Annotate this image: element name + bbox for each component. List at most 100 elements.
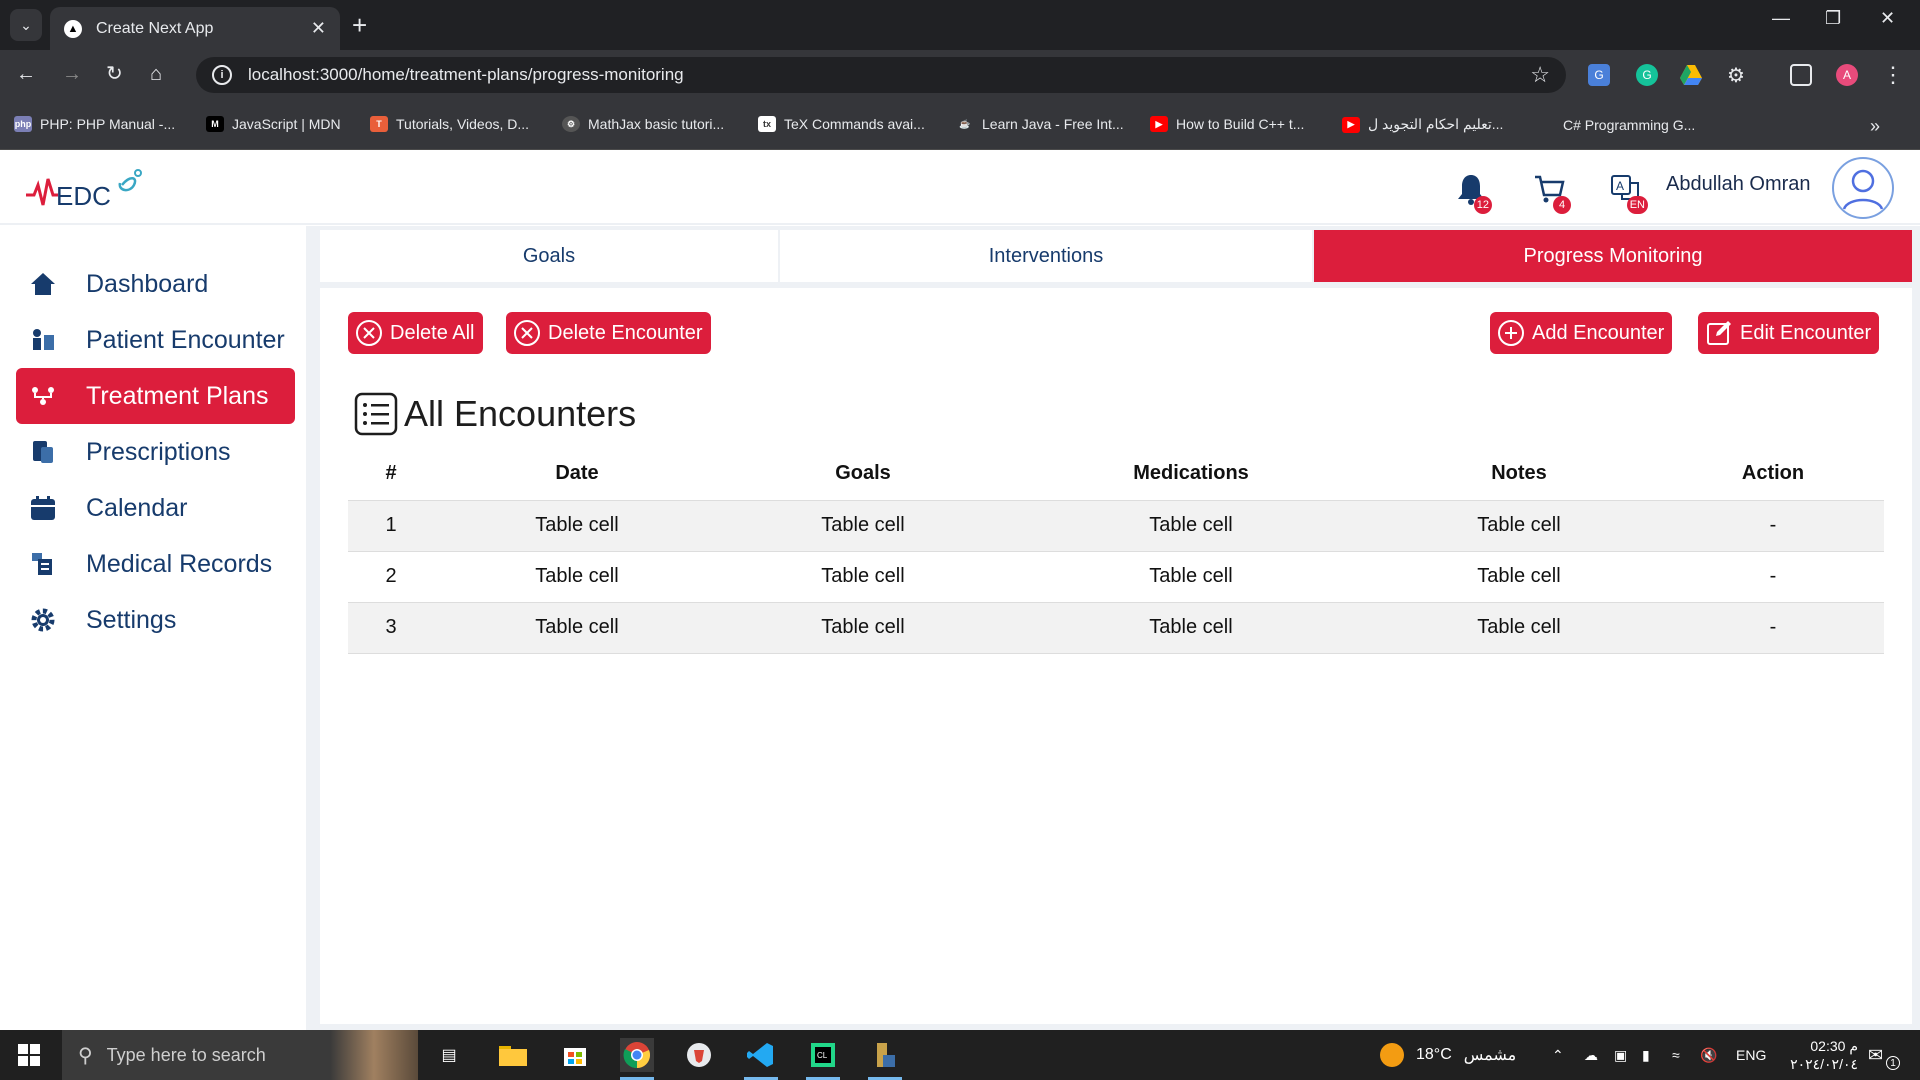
show-hidden-icons-icon[interactable]: ⌃ [1552, 1030, 1564, 1080]
sidebar-item-treatment-plans[interactable]: Treatment Plans [16, 368, 295, 424]
microsoft-store-icon[interactable] [558, 1038, 592, 1072]
bookmark-item[interactable]: ⚙ MathJax basic tutori... [562, 116, 724, 132]
language-button[interactable]: A EN [1610, 173, 1648, 214]
language-indicator[interactable]: ENG [1736, 1030, 1766, 1080]
table-row[interactable]: 2 Table cell Table cell Table cell Table… [348, 551, 1884, 603]
bookmark-item[interactable]: ☕ Learn Java - Free Int... [956, 116, 1123, 132]
user-name[interactable]: Abdullah Omran [1666, 173, 1811, 196]
sidebar-item-settings[interactable]: Settings [16, 592, 295, 648]
bookmark-item[interactable]: C# Programming G... [1538, 116, 1695, 133]
table-cell-action[interactable]: - [1662, 500, 1884, 552]
delete-all-button[interactable]: Delete All [348, 312, 483, 354]
reload-button[interactable]: ↻ [106, 62, 123, 86]
window-close-button[interactable]: ✕ [1880, 8, 1895, 29]
device-icon[interactable]: ▣ [1614, 1030, 1627, 1080]
brave-icon[interactable] [682, 1038, 716, 1072]
wifi-icon[interactable]: ≈ [1672, 1030, 1680, 1080]
notification-bell-button[interactable]: 12 [1456, 173, 1492, 214]
add-encounter-button[interactable]: Add Encounter [1490, 312, 1673, 354]
bookmark-item[interactable]: M JavaScript | MDN [206, 116, 341, 132]
tab-progress-monitoring[interactable]: Progress Monitoring [1314, 230, 1912, 282]
windows-taskbar: ⚲ Type here to search ▤ CL 18°C مشمس ⌃ ☁… [0, 1030, 1920, 1080]
translate-extension-icon[interactable]: G [1588, 64, 1610, 86]
sidebar-item-calendar[interactable]: Calendar [16, 480, 295, 536]
table-cell-action[interactable]: - [1662, 551, 1884, 603]
home-button[interactable]: ⌂ [150, 62, 162, 86]
minimize-button[interactable]: — [1772, 8, 1790, 29]
onedrive-icon[interactable]: ☁ [1584, 1030, 1598, 1080]
weather-widget[interactable]: 18°C مشمس [1380, 1030, 1516, 1080]
bookmark-item[interactable]: tx TeX Commands avai... [758, 116, 925, 132]
table-cell-action[interactable]: - [1662, 602, 1884, 654]
site-info-icon[interactable]: i [212, 65, 232, 85]
vscode-icon[interactable] [744, 1038, 778, 1080]
delete-encounter-button[interactable]: Delete Encounter [506, 312, 711, 354]
chrome-icon[interactable] [620, 1038, 654, 1080]
address-bar[interactable]: i localhost:3000/home/treatment-plans/pr… [196, 57, 1566, 93]
circle-x-icon [512, 318, 542, 348]
tab-interventions[interactable]: Interventions [780, 230, 1314, 282]
user-avatar[interactable] [1832, 157, 1894, 219]
browser-tab[interactable]: ▲ Create Next App ✕ [50, 7, 340, 50]
tab-goals[interactable]: Goals [320, 230, 780, 282]
bookmark-label: PHP: PHP Manual -... [40, 116, 176, 132]
forward-button[interactable]: → [62, 62, 82, 86]
bookmark-label: MathJax basic tutori... [588, 116, 725, 132]
sidebar-item-label: Prescriptions [86, 437, 231, 466]
medc-logo[interactable]: EDC [26, 165, 146, 218]
edit-icon [1704, 318, 1734, 348]
more-bookmarks-icon[interactable]: » [1870, 116, 1880, 137]
browser-menu-icon[interactable]: ⋮ [1882, 62, 1904, 87]
volume-muted-icon[interactable]: 🔇 [1700, 1030, 1717, 1080]
tab-search-button[interactable]: ⌄ [10, 9, 42, 41]
bookmark-item[interactable]: T Tutorials, Videos, D... [370, 116, 529, 132]
file-manager-icon[interactable] [868, 1038, 902, 1080]
table-row[interactable]: 3 Table cell Table cell Table cell Table… [348, 602, 1884, 654]
edit-encounter-button[interactable]: Edit Encounter [1698, 312, 1880, 354]
table-row[interactable]: 1 Table cell Table cell Table cell Table… [348, 500, 1884, 552]
sidebar-item-patient-encounter[interactable]: Patient Encounter [16, 312, 295, 368]
close-icon[interactable]: ✕ [311, 18, 326, 39]
table-cell: Table cell [720, 602, 1006, 654]
bookmark-star-icon[interactable]: ☆ [1530, 62, 1550, 88]
notification-center-icon[interactable]: ✉ 1 [1868, 1030, 1900, 1080]
bookmark-item[interactable]: ▶ How to Build C++ t... [1150, 116, 1304, 132]
column-header-date[interactable]: Date [434, 448, 720, 501]
clion-icon[interactable]: CL [806, 1038, 840, 1080]
sidebar-item-dashboard[interactable]: Dashboard [16, 256, 295, 312]
task-view-icon[interactable]: ▤ [432, 1038, 466, 1072]
clock[interactable]: 02:30 م ٢٠٢٤/٠٢/٠٤ [1776, 1030, 1858, 1080]
cart-button[interactable]: 4 [1533, 173, 1571, 214]
sidebar-item-prescriptions[interactable]: Prescriptions [16, 424, 295, 480]
drive-extension-icon[interactable] [1680, 64, 1702, 86]
treatment-tabs: Goals Interventions Progress Monitoring [320, 230, 1912, 282]
profile-avatar[interactable]: A [1836, 64, 1858, 86]
restore-button[interactable]: ❐ [1825, 8, 1841, 29]
side-panel-icon[interactable] [1790, 64, 1812, 86]
column-header-goals[interactable]: Goals [720, 448, 1006, 501]
extensions-puzzle-icon[interactable]: ⚙ [1725, 64, 1747, 87]
table-header-row: # Date Goals Medications Notes Action [348, 448, 1884, 501]
home-icon [28, 269, 58, 299]
file-explorer-icon[interactable] [496, 1038, 530, 1072]
grammarly-extension-icon[interactable]: G [1636, 64, 1658, 86]
column-header-notes[interactable]: Notes [1376, 448, 1662, 501]
bookmark-label: تعليم احكام التجويد ل... [1368, 116, 1504, 132]
search-highlight-image [330, 1030, 418, 1080]
column-header-action[interactable]: Action [1662, 448, 1884, 501]
clock-date: ٢٠٢٤/٠٢/٠٤ [1790, 1056, 1858, 1072]
windows-start-icon[interactable] [18, 1044, 40, 1066]
sidebar-item-label: Patient Encounter [86, 325, 285, 354]
battery-icon[interactable]: ▮ [1642, 1030, 1650, 1080]
new-tab-button[interactable]: + [352, 10, 367, 40]
back-button[interactable]: ← [16, 62, 36, 86]
sun-icon [1380, 1043, 1404, 1067]
bookmark-label: Tutorials, Videos, D... [396, 116, 530, 132]
column-header-medications[interactable]: Medications [1006, 448, 1376, 501]
bookmark-item[interactable]: ▶ تعليم احكام التجويد ل... [1342, 116, 1503, 133]
svg-text:A: A [1616, 179, 1624, 193]
sidebar-item-medical-records[interactable]: Medical Records [16, 536, 295, 592]
column-header-number[interactable]: # [348, 448, 434, 501]
bookmark-item[interactable]: php PHP: PHP Manual -... [14, 116, 175, 132]
nextjs-favicon-icon: ▲ [64, 19, 82, 38]
